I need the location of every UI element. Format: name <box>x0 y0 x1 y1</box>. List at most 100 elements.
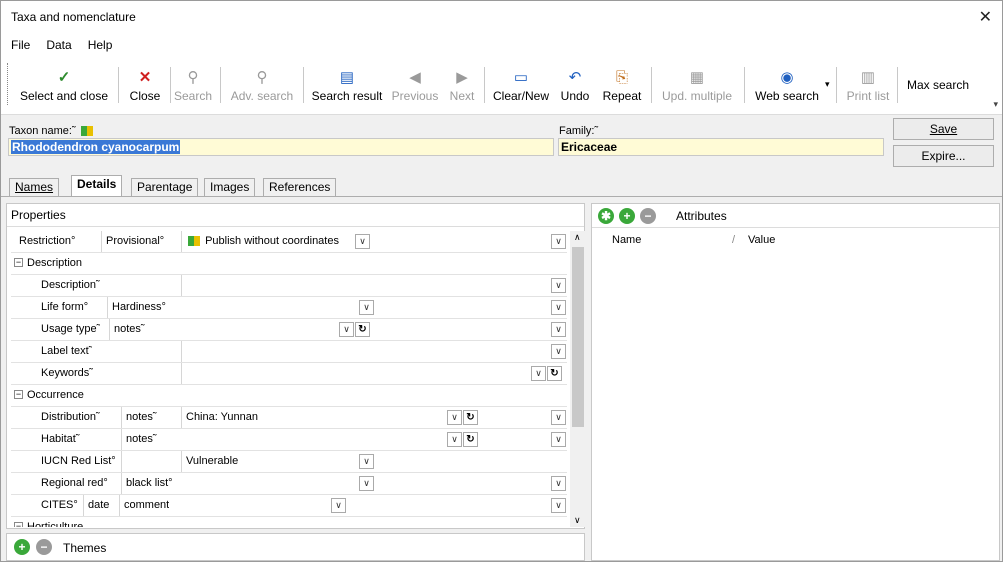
new-window-icon: ▭ <box>513 69 529 86</box>
tab-names[interactable]: Names <box>9 178 60 197</box>
iucn-value[interactable]: Vulnerable <box>181 451 351 472</box>
toolbar: ✓ Select and close ✕ Close ⚲ Search ⚲ Ad… <box>1 57 1002 115</box>
window-title: Taxa and nomenclature <box>11 10 136 24</box>
max-search-button[interactable]: Max search <box>901 63 975 107</box>
column-header-name[interactable]: Name <box>612 234 641 246</box>
chevron-down-icon[interactable]: ∨ <box>359 454 374 469</box>
web-search-button[interactable]: ◉ Web search <box>751 63 823 107</box>
next-icon: ▶ <box>456 69 468 86</box>
chevron-down-icon[interactable]: ∨ <box>551 234 566 249</box>
refresh-icon[interactable]: ↻ <box>463 410 478 425</box>
chevron-down-icon[interactable]: ∨ <box>359 476 374 491</box>
undo-button[interactable]: ↶ Undo <box>557 63 593 107</box>
add-icon[interactable]: + <box>619 208 635 224</box>
description-section[interactable]: − Description <box>11 253 567 275</box>
tab-details[interactable]: Details <box>71 175 123 197</box>
keywords-value[interactable] <box>181 363 531 384</box>
asterisk-icon[interactable]: ✱ <box>598 208 614 224</box>
table-icon: ▤ <box>339 69 355 86</box>
refresh-icon[interactable]: ↻ <box>355 322 370 337</box>
scroll-thumb[interactable] <box>572 247 584 427</box>
usage-type-row: Usage type˜ notes˜ ∨ ↻ ∨ <box>11 319 567 341</box>
attributes-title: Attributes <box>676 209 727 223</box>
chevron-down-icon[interactable]: ∨ <box>551 322 566 337</box>
chevron-down-icon[interactable]: ∨ <box>331 498 346 513</box>
occurrence-section[interactable]: − Occurrence <box>11 385 567 407</box>
menu-help[interactable]: Help <box>88 38 113 52</box>
distribution-value[interactable]: China: Yunnan <box>181 407 441 428</box>
label-text-value[interactable] <box>181 341 551 362</box>
taxa-window: Taxa and nomenclature ✕ File Data Help ✓… <box>0 0 1003 562</box>
label-text-row: Label text˜ ∨ <box>11 341 567 363</box>
repeat-button[interactable]: ⎘ Repeat <box>599 63 645 107</box>
chevron-down-icon[interactable]: ∨ <box>551 476 566 491</box>
chevron-down-icon[interactable]: ∨ <box>551 300 566 315</box>
select-and-close-button[interactable]: ✓ Select and close <box>15 63 113 107</box>
tab-references[interactable]: References <box>263 178 337 197</box>
previous-button[interactable]: ◀ Previous <box>389 63 441 107</box>
save-button[interactable]: Save <box>893 118 994 140</box>
close-icon[interactable]: ✕ <box>979 7 992 27</box>
menu-data[interactable]: Data <box>46 38 71 52</box>
web-search-dropdown-icon[interactable]: ▾ <box>825 79 830 90</box>
next-button[interactable]: ▶ Next <box>447 63 477 107</box>
chevron-down-icon[interactable]: ∨ <box>447 410 462 425</box>
tab-parentage[interactable]: Parentage <box>131 178 199 197</box>
attributes-toolbar: ✱ + − Attributes <box>592 204 999 228</box>
update-multiple-icon: ▦ <box>689 69 705 86</box>
properties-title: Properties <box>7 204 584 227</box>
chevron-down-icon[interactable]: ∨ <box>551 498 566 513</box>
toolbar-grip[interactable] <box>7 63 10 105</box>
chevron-down-icon[interactable]: ∨ <box>447 432 462 447</box>
column-divider-icon: / <box>732 234 736 246</box>
chevron-down-icon[interactable]: ∨ <box>531 366 546 381</box>
refresh-icon[interactable]: ↻ <box>463 432 478 447</box>
properties-panel: Properties Restriction° Provisional° Pub… <box>6 203 586 529</box>
chevron-down-icon[interactable]: ∨ <box>551 410 566 425</box>
chevron-down-icon[interactable]: ∨ <box>551 344 566 359</box>
attributes-panel: ✱ + − Attributes Name / Value <box>591 203 1000 561</box>
family-field[interactable]: Ericaceae <box>558 138 884 156</box>
toolbar-overflow-icon[interactable]: ▾ <box>993 99 998 110</box>
menu-file[interactable]: File <box>11 38 30 52</box>
column-header-value[interactable]: Value <box>748 234 775 246</box>
print-list-button[interactable]: ▥ Print list <box>843 63 893 107</box>
chevron-down-icon[interactable]: ∨ <box>355 234 370 249</box>
family-label: Family:˜ <box>559 125 599 137</box>
taxon-name-label: Taxon name:˜ <box>9 125 95 137</box>
taxon-name-field[interactable]: Rhododendron cyanocarpum <box>8 138 554 156</box>
properties-scrollbar[interactable]: ∧ ∨ <box>570 231 586 527</box>
adv-search-button[interactable]: ⚲ Adv. search <box>225 63 299 107</box>
search-result-button[interactable]: ▤ Search result <box>307 63 387 107</box>
print-icon: ▥ <box>860 69 876 86</box>
check-icon: ✓ <box>57 69 71 86</box>
search-button[interactable]: ⚲ Search <box>172 63 214 107</box>
restriction-value[interactable]: Publish without coordinates <box>181 231 371 252</box>
remove-icon[interactable]: − <box>36 539 52 555</box>
close-button[interactable]: ✕ Close <box>123 63 167 107</box>
close-icon: ✕ <box>138 69 152 86</box>
upd-multiple-button[interactable]: ▦ Upd. multiple <box>655 63 739 107</box>
chevron-down-icon[interactable]: ∨ <box>551 278 566 293</box>
scroll-up-icon[interactable]: ∧ <box>574 232 581 243</box>
add-icon[interactable]: + <box>14 539 30 555</box>
life-form-row: Life form° Hardiness° ∨ ∨ <box>11 297 567 319</box>
distribution-row: Distribution˜ notes˜ China: Yunnan ∨ ↻ ∨ <box>11 407 567 429</box>
chevron-down-icon[interactable]: ∨ <box>551 432 566 447</box>
web-search-icon: ◉ <box>780 69 794 86</box>
undo-icon: ↶ <box>568 69 582 86</box>
themes-panel: + − Themes <box>6 533 585 561</box>
clear-new-button[interactable]: ▭ Clear/New <box>489 63 553 107</box>
scroll-down-icon[interactable]: ∨ <box>574 515 581 526</box>
themes-label: Themes <box>63 541 107 555</box>
expire-button[interactable]: Expire... <box>893 145 994 167</box>
iucn-row: IUCN Red List° Vulnerable ∨ <box>11 451 567 473</box>
refresh-icon[interactable]: ↻ <box>547 366 562 381</box>
remove-icon[interactable]: − <box>640 208 656 224</box>
chevron-down-icon[interactable]: ∨ <box>339 322 354 337</box>
tab-images[interactable]: Images <box>204 178 256 197</box>
horticulture-section[interactable]: − Horticulture <box>11 517 567 527</box>
chevron-down-icon[interactable]: ∨ <box>359 300 374 315</box>
properties-grid: Restriction° Provisional° Publish withou… <box>11 231 567 527</box>
description-value[interactable] <box>181 275 551 296</box>
